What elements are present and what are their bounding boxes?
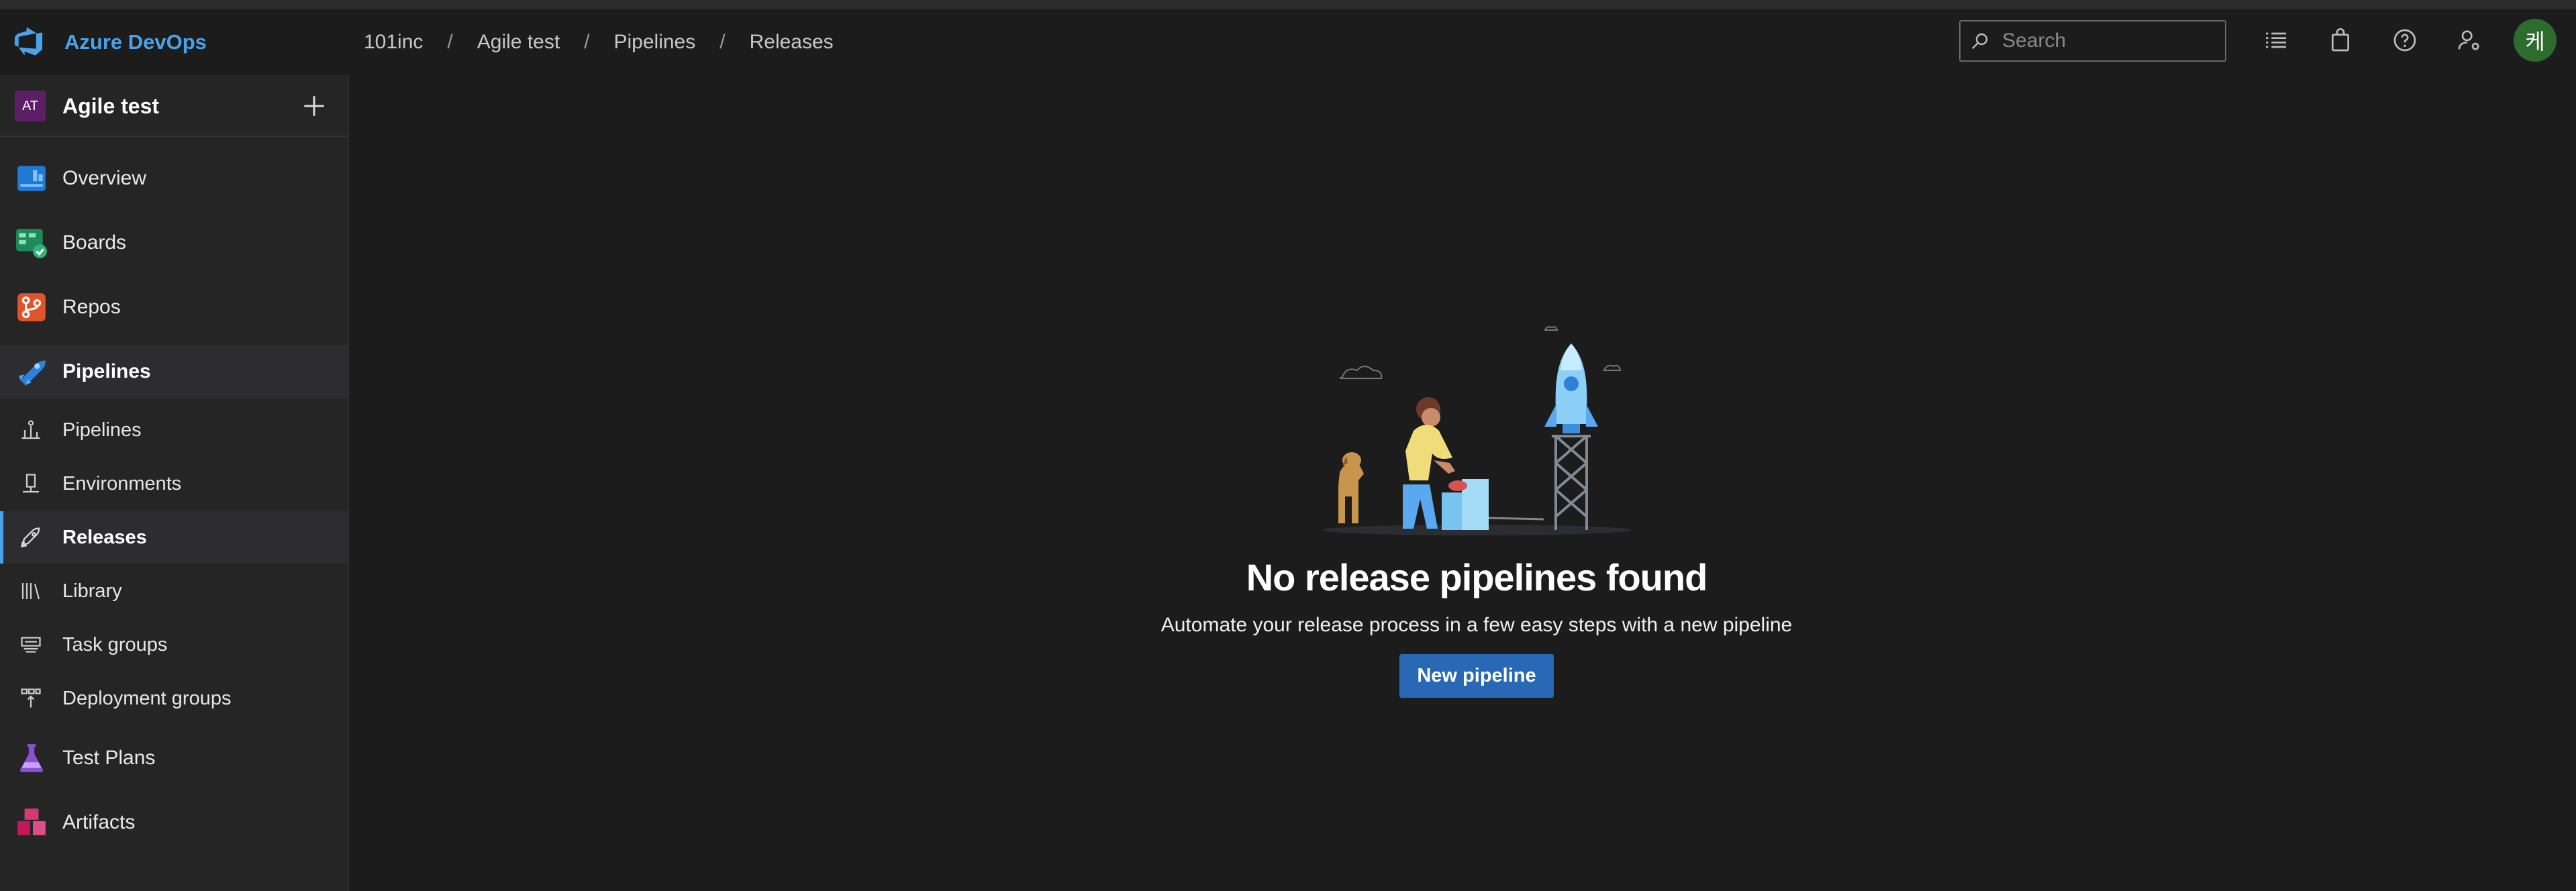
search-icon [1971, 33, 1988, 50]
search-input[interactable] [2001, 29, 2218, 53]
sidebar-item-test-plans[interactable]: Test Plans [0, 731, 348, 785]
empty-state-title: No release pipelines found [1246, 556, 1708, 598]
sidebar-subitem-releases[interactable]: Releases [0, 511, 348, 564]
breadcrumb-releases[interactable]: Releases [750, 31, 834, 54]
sidebar-subitem-label: Deployment groups [62, 687, 232, 709]
release-illustration-icon [1322, 326, 1631, 535]
pipelines-sub-icon [21, 420, 40, 439]
repos-icon [17, 293, 46, 321]
sidebar-item-label: Test Plans [62, 747, 156, 769]
list-icon[interactable] [2263, 27, 2289, 54]
window-top-strip [0, 0, 2576, 9]
empty-state-subtitle: Automate your release process in a few e… [1160, 614, 1793, 636]
sidebar-item-repos[interactable]: Repos [0, 280, 348, 334]
sidebar: AT Agile test Overview Boards Repos Pipe… [0, 75, 349, 891]
new-pipeline-button[interactable]: New pipeline [1399, 654, 1554, 698]
empty-state: No release pipelines found Automate your… [1141, 317, 1812, 698]
boards-icon [16, 229, 47, 258]
sidebar-subitem-pipelines[interactable]: Pipelines [0, 404, 348, 456]
sidebar-subitem-task-groups[interactable]: Task groups [0, 619, 348, 671]
breadcrumb-separator: / [584, 31, 590, 53]
sidebar-subitem-label: Pipelines [62, 419, 142, 441]
sidebar-item-label: Overview [62, 167, 147, 189]
search-box[interactable] [1959, 20, 2226, 62]
task-groups-icon [21, 637, 41, 653]
rocket-icon [21, 527, 40, 547]
user-avatar[interactable]: 케 [2514, 19, 2557, 62]
sidebar-subitem-label: Releases [62, 526, 147, 548]
breadcrumb-separator: / [720, 31, 726, 53]
breadcrumb-org[interactable]: 101inc [364, 31, 423, 54]
sidebar-subitem-label: Task groups [62, 633, 168, 656]
sidebar-item-boards[interactable]: Boards [0, 216, 348, 270]
project-header[interactable]: AT Agile test [0, 75, 348, 137]
test-plans-icon [19, 744, 44, 772]
sidebar-subitem-label: Library [62, 580, 122, 602]
add-icon[interactable] [299, 91, 329, 121]
breadcrumb-project[interactable]: Agile test [477, 31, 560, 54]
library-icon [21, 583, 40, 600]
active-indicator [0, 511, 3, 564]
sidebar-subitem-deployment-groups[interactable]: Deployment groups [0, 672, 348, 725]
sidebar-subitem-environments[interactable]: Environments [0, 458, 348, 510]
brand[interactable]: Azure DevOps [12, 9, 207, 75]
user-settings-icon[interactable] [2456, 27, 2483, 54]
sidebar-item-label: Repos [62, 296, 121, 318]
sidebar-item-artifacts[interactable]: Artifacts [0, 796, 348, 849]
pipelines-icon [19, 360, 46, 386]
main-content: No release pipelines found Automate your… [349, 75, 2576, 891]
sidebar-item-pipelines[interactable]: Pipelines [0, 345, 348, 399]
project-name: Agile test [62, 94, 160, 118]
sidebar-item-label: Boards [62, 231, 127, 254]
shopping-bag-icon[interactable] [2327, 27, 2354, 54]
overview-icon [17, 166, 46, 191]
deployment-groups-icon [21, 688, 41, 708]
project-badge: AT [15, 91, 46, 121]
breadcrumb-pipelines[interactable]: Pipelines [614, 31, 696, 54]
environments-icon [23, 474, 39, 493]
brand-name: Azure DevOps [64, 30, 207, 54]
breadcrumb: 101inc / Agile test / Pipelines / Releas… [364, 9, 834, 75]
help-icon[interactable] [2391, 27, 2418, 54]
sidebar-subitem-label: Environments [62, 472, 182, 494]
sidebar-item-label: Pipelines [62, 360, 151, 382]
sidebar-item-label: Artifacts [62, 811, 136, 833]
artifacts-icon [17, 808, 46, 835]
sidebar-item-overview[interactable]: Overview [0, 152, 348, 205]
sidebar-subitem-library[interactable]: Library [0, 565, 348, 617]
azure-devops-logo-icon [14, 27, 42, 56]
breadcrumb-separator: / [447, 31, 453, 53]
